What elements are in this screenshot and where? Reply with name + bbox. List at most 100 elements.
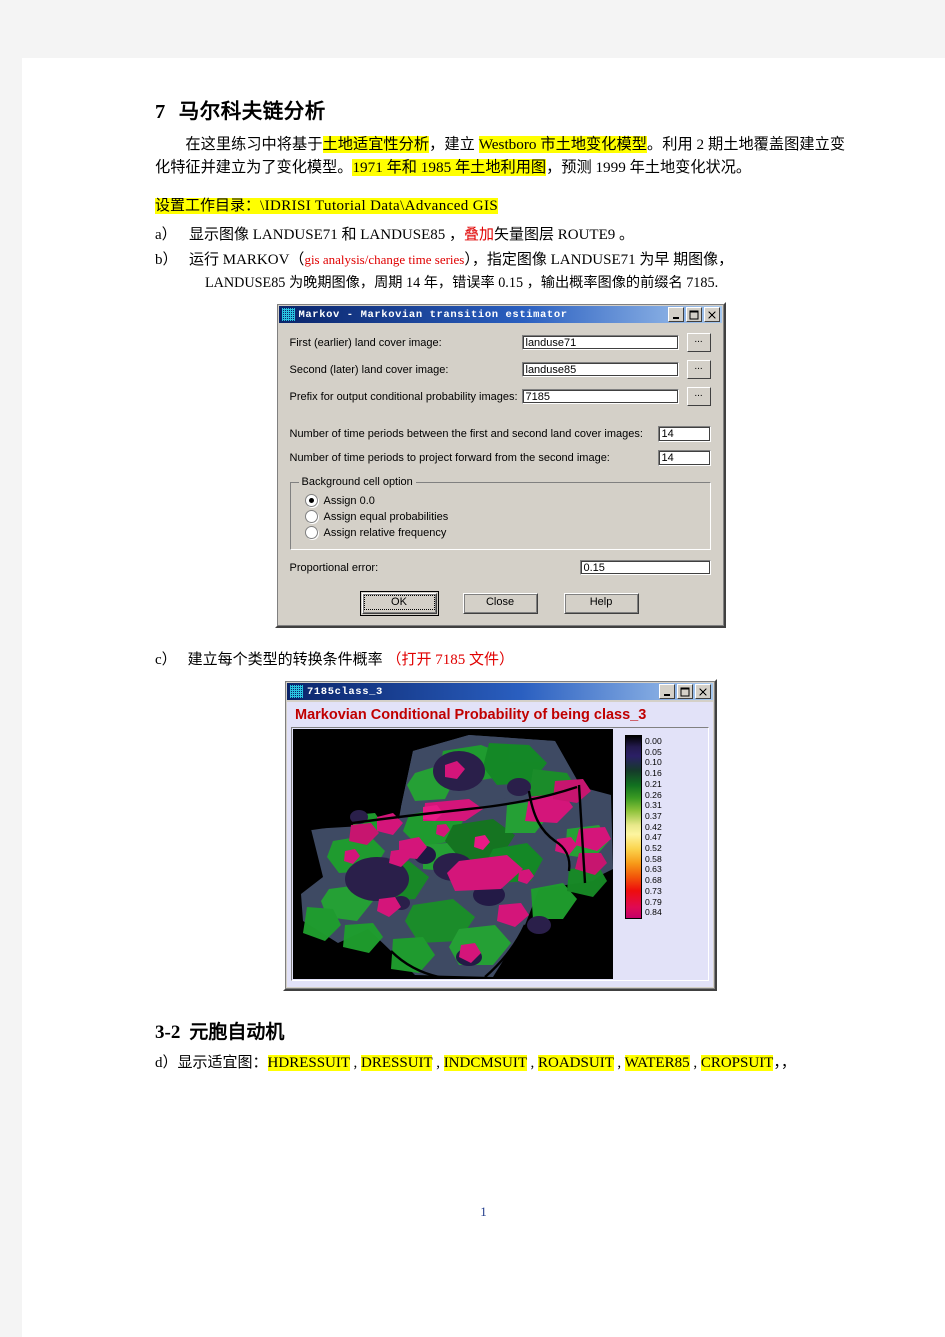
map-title-text: 7185class_3 (307, 685, 383, 698)
close-button[interactable]: Close (462, 593, 538, 614)
prefix-input[interactable]: 7185 (521, 389, 679, 404)
legend-value: 0.05 (645, 746, 662, 757)
radio-assign-relative-icon[interactable] (304, 526, 318, 539)
page-number: 1 (480, 1204, 487, 1219)
step-b-text-3: ），指定图像 LANDUSE71 为早 期图像， (464, 251, 734, 268)
legend-value: 0.47 (645, 832, 662, 843)
second-image-browse-button[interactable]: ... (686, 360, 711, 379)
periods-between-input[interactable]: 14 (657, 426, 711, 442)
step-a-marker: a） (155, 226, 177, 243)
markov-button-row: OK Close Help (290, 591, 711, 618)
legend-colorbar (625, 735, 642, 919)
separator: , (689, 1055, 701, 1071)
section-number: 7 (155, 101, 166, 123)
intro-paragraph: 在这里练习中将基于土地适宜性分析，建立 Westboro 市土地变化模型。利用 … (155, 134, 845, 179)
radio-assign-zero-icon[interactable] (304, 494, 318, 507)
markov-dialog-window[interactable]: Markov - Markovian transition estimator … (274, 302, 726, 628)
working-directory-line: 设置工作目录：\IDRISI Tutorial Data\Advanced GI… (155, 195, 845, 218)
second-image-input[interactable]: landuse85 (521, 362, 679, 377)
step-d-prefix: 显示适宜图： (177, 1055, 268, 1071)
legend-value: 0.16 (645, 768, 662, 779)
step-a-text-1: 显示图像 LANDUSE71 和 LANDUSE85 ， (189, 226, 464, 243)
legend-value: 0.26 (645, 789, 662, 800)
markov-dialog-body: First (earlier) land cover image: landus… (277, 323, 724, 618)
separator: , (432, 1055, 444, 1071)
periods-forward-input[interactable]: 14 (657, 450, 711, 466)
first-image-browse-button[interactable]: ... (686, 333, 711, 352)
help-button[interactable]: Help (563, 593, 639, 614)
map-result-window[interactable]: 7185class_3 Markovian Conditional Probab… (283, 679, 717, 991)
map-window-controls (659, 684, 711, 699)
radio-assign-relative-label: Assign relative frequency (323, 526, 447, 539)
proportional-error-input[interactable]: 0.15 (579, 560, 711, 575)
close-icon[interactable] (695, 684, 711, 699)
radio-assign-equal[interactable]: Assign equal probabilities (304, 510, 702, 523)
step-b-marker: b） (155, 251, 178, 268)
legend-value-labels: 0.00 0.05 0.10 0.16 0.21 0.26 0.31 0.37 0.42 0.47… (645, 735, 662, 918)
suitability-map-name: WATER85 (624, 1055, 690, 1071)
step-d: d）显示适宜图：HDRESSUIT , DRESSUIT , INDCMSUIT… (155, 1052, 845, 1075)
step-d-items: HDRESSUIT , DRESSUIT , INDCMSUIT , ROADS… (267, 1055, 774, 1071)
intro-highlight-3: 1971 年和 1985 年土地利用图 (352, 158, 547, 176)
radio-assign-zero-label: Assign 0.0 (323, 494, 375, 507)
legend-value: 0.84 (645, 907, 662, 918)
legend-value: 0.42 (645, 821, 662, 832)
legend-value: 0.68 (645, 875, 662, 886)
proportional-error-label: Proportional error: (289, 561, 379, 574)
legend-value: 0.31 (645, 800, 662, 811)
raster-svg (293, 729, 613, 979)
step-b: b） 运行 MARKOV（gis analysis/change time ser… (155, 249, 845, 294)
step-list: a） 显示图像 LANDUSE71 和 LANDUSE85 ，叠加矢量图层 ROU… (155, 224, 845, 295)
map-heading: Markovian Conditional Probability of bei… (295, 707, 647, 723)
section-3-2-number: 3-2 (155, 1022, 181, 1043)
minimize-icon[interactable] (659, 684, 675, 699)
suitability-map-name: INDCMSUIT (443, 1055, 527, 1071)
intro-text-2: ，建立 (429, 136, 479, 153)
step-b-text-1: 运行 MARKOV（ (189, 251, 305, 268)
working-directory-path: \IDRISI Tutorial Data\Advanced GIS (260, 198, 499, 214)
step-c-marker: c） (155, 652, 177, 668)
periods-between-row: Number of time periods between the first… (290, 426, 711, 442)
ok-button-label: OK (363, 595, 435, 610)
intro-highlight-1: 土地适宜性分析 (322, 136, 430, 153)
background-cell-option-group: Background cell option Assign 0.0 Assign… (289, 476, 711, 550)
maximize-icon[interactable] (685, 307, 702, 322)
suitability-map-name: DRESSUIT (361, 1055, 433, 1071)
ok-button[interactable]: OK (359, 591, 439, 616)
section-heading-3-2: 3-2 元胞自动机 (155, 1017, 845, 1044)
step-c-text: 建立每个类型的转换条件概率 (187, 652, 387, 668)
step-a: a） 显示图像 LANDUSE71 和 LANDUSE85 ，叠加矢量图层 ROU… (155, 224, 845, 247)
markov-titlebar[interactable]: Markov - Markovian transition estimator (278, 306, 722, 323)
step-d-marker: d） (155, 1055, 178, 1071)
suitability-map-name: ROADSUIT (538, 1055, 614, 1071)
periods-forward-label: Number of time periods to project forwar… (289, 452, 610, 464)
app-grid-icon (281, 308, 295, 321)
suitability-map-name: CROPSUIT (700, 1055, 774, 1071)
separator: , (349, 1055, 362, 1071)
map-titlebar[interactable]: 7185class_3 (287, 683, 713, 700)
legend-value: 0.52 (645, 843, 662, 854)
step-c: c） 建立每个类型的转换条件概率 （打开 7185 文件） (155, 648, 845, 669)
document-page: 7 马尔科夫链分析 在这里练习中将基于土地适宜性分析，建立 Westboro 市土… (22, 58, 945, 1337)
prefix-browse-button[interactable]: ... (686, 387, 711, 406)
background-cell-option-legend: Background cell option (301, 476, 413, 488)
prefix-label: Prefix for output conditional probabilit… (289, 390, 518, 403)
radio-assign-relative[interactable]: Assign relative frequency (304, 526, 702, 539)
raster-map-image[interactable] (293, 729, 613, 979)
legend-value: 0.58 (645, 853, 662, 864)
section-heading-7: 7 马尔科夫链分析 (155, 94, 845, 124)
legend-value: 0.73 (645, 885, 662, 896)
legend-value: 0.79 (645, 896, 662, 907)
legend-value: 0.21 (645, 778, 662, 789)
close-icon[interactable] (703, 307, 720, 322)
maximize-icon[interactable] (677, 684, 693, 699)
first-image-input[interactable]: landuse71 (521, 335, 679, 350)
radio-assign-equal-icon[interactable] (304, 510, 318, 523)
step-d-suffix: ，， (773, 1055, 796, 1071)
radio-assign-zero[interactable]: Assign 0.0 (304, 494, 702, 507)
map-client-area: Markovian Conditional Probability of bei… (287, 702, 713, 987)
step-c-note: （打开 7185 文件） (386, 652, 514, 668)
minimize-icon[interactable] (667, 307, 684, 322)
legend-value: 0.63 (645, 864, 662, 875)
map-legend: 0.00 0.05 0.10 0.16 0.21 0.26 0.31 0.37 0.42 0.47… (613, 729, 707, 979)
